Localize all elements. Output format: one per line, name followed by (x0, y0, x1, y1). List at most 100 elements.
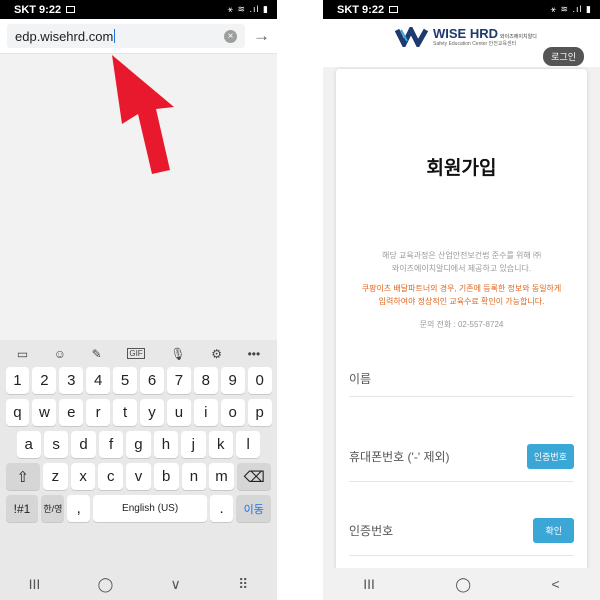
sticker-icon[interactable]: ✎ (92, 347, 102, 361)
key[interactable]: 0 (247, 367, 272, 394)
wise-hrd-logo[interactable]: WISE HRD 와이즈에이치알디 Safety Education Cente… (395, 27, 537, 47)
key[interactable]: 2 (32, 367, 57, 394)
key[interactable]: p (247, 399, 272, 426)
key[interactable]: 3 (59, 367, 84, 394)
key[interactable]: y (140, 399, 164, 426)
key[interactable]: e (59, 399, 84, 426)
mic-icon[interactable]: 🎙 (170, 347, 185, 361)
key[interactable]: 4 (86, 367, 111, 394)
status-time: SKT 9:22 (337, 3, 385, 16)
key[interactable]: x (70, 463, 96, 490)
brand-name: WISE HRD (433, 25, 498, 41)
more-icon[interactable]: ••• (248, 347, 261, 361)
status-icons: ⚹ ≋ .ıl ▮ (550, 4, 592, 14)
url-input[interactable]: edp.wisehrd.com × (7, 24, 245, 48)
page-title: 회원가입 (426, 158, 497, 179)
signup-card: 회원가입 해당 교육과정은 산업안전보건법 준수를 위해 ㈜ 와이즈에이치알디에… (336, 69, 587, 599)
request-code-button[interactable]: 인증번호 (526, 444, 574, 469)
gallery-icon (389, 6, 399, 13)
key[interactable]: d (71, 431, 96, 458)
key[interactable]: k (208, 431, 233, 458)
key[interactable]: z (43, 463, 68, 490)
keyboard: ▭ ☺ ✎ GIF 🎙 ⚙ ••• 1 2 3 4 5 6 7 8 9 0 q … (0, 340, 277, 600)
space-key[interactable]: English (US) (93, 495, 208, 522)
go-arrow-icon[interactable]: → (253, 26, 270, 46)
recent-apps-icon[interactable]: III (29, 576, 41, 592)
red-pointer-arrow-icon (112, 55, 174, 174)
keyboard-switch-icon[interactable]: ⠿ (238, 576, 248, 593)
key-row-space: !#1 한/영 , English (US) . 이동 (0, 495, 277, 522)
login-button[interactable]: 로그인 (543, 47, 584, 66)
home-icon[interactable]: ◯ (455, 576, 471, 593)
key-row-bottom-letters: ⇧ z x c v b n m ⌫ (0, 463, 277, 490)
contact-phone: 문의 전화 : 02-557-8724 (419, 320, 504, 329)
settings-gear-icon[interactable]: ⚙ (211, 347, 222, 361)
key[interactable]: r (86, 399, 111, 426)
key[interactable]: 5 (113, 367, 138, 394)
system-nav-bar: III ◯ ∨ ⠿ (0, 568, 277, 600)
key[interactable]: s (43, 431, 69, 458)
key[interactable]: w (32, 399, 57, 426)
backspace-key[interactable]: ⌫ (236, 463, 272, 490)
status-time: SKT 9:22 (14, 3, 62, 16)
comma-key[interactable]: , (67, 495, 91, 522)
notice-text: 해당 교육과정은 산업안전보건법 준수를 위해 ㈜ 와이즈에이치알디에서 제공하… (336, 249, 587, 275)
warning-line-1: 쿠팡이츠 배달파트너의 경우, 기존에 등록한 정보와 동일하게 (361, 284, 562, 293)
key[interactable]: h (153, 431, 179, 458)
brand-tagline: Safety Education Center 안전교육센터 (433, 40, 517, 47)
recent-apps-icon[interactable]: III (363, 576, 375, 592)
home-icon[interactable]: ◯ (98, 576, 114, 593)
key[interactable]: n (181, 463, 207, 490)
right-phone-screen: SKT 9:22 ⚹ ≋ .ıl ▮ WISE HRD 와이즈에이치알디 Saf… (323, 0, 600, 600)
key[interactable]: a (16, 431, 41, 458)
key[interactable]: q (5, 399, 30, 426)
key[interactable]: i (193, 399, 218, 426)
keyboard-toolbar: ▭ ☺ ✎ GIF 🎙 ⚙ ••• (0, 340, 277, 367)
hide-keyboard-icon[interactable]: ∨ (171, 576, 181, 593)
gif-icon[interactable]: GIF (127, 348, 145, 359)
clear-icon[interactable]: × (224, 29, 237, 43)
key[interactable]: l (236, 431, 261, 458)
key[interactable]: c (98, 463, 124, 490)
key[interactable]: b (153, 463, 179, 490)
period-key[interactable]: . (210, 495, 233, 522)
brand-korean: 와이즈에이치알디 (500, 33, 537, 40)
symbols-key[interactable]: !#1 (5, 495, 39, 522)
name-field[interactable]: 이름 (349, 361, 574, 397)
key[interactable]: 9 (220, 367, 245, 394)
gallery-icon (66, 6, 76, 13)
text-cursor (114, 29, 116, 43)
url-bar: edp.wisehrd.com × → (0, 19, 277, 54)
confirm-button[interactable]: 확인 (533, 518, 574, 543)
name-label: 이름 (349, 372, 372, 386)
key[interactable]: 6 (140, 367, 164, 394)
status-icons: ⚹ ≋ .ıl ▮ (227, 4, 269, 14)
key[interactable]: f (98, 431, 124, 458)
verification-code-field[interactable]: 인증번호 확인 (349, 506, 574, 556)
system-nav-bar: III ◯ < (323, 568, 600, 600)
key[interactable]: g (126, 431, 151, 458)
clipboard-icon[interactable]: ▭ (17, 347, 28, 361)
enter-key[interactable]: 이동 (235, 495, 272, 522)
language-key[interactable]: 한/영 (41, 495, 65, 522)
key[interactable]: j (181, 431, 206, 458)
key-row-home: a s d f g h j k l (0, 431, 277, 458)
status-bar: SKT 9:22 ⚹ ≋ .ıl ▮ (323, 0, 600, 19)
shift-key[interactable]: ⇧ (5, 463, 41, 490)
notice-line-1: 해당 교육과정은 산업안전보건법 준수를 위해 ㈜ (382, 251, 541, 260)
status-bar: SKT 9:22 ⚹ ≋ .ıl ▮ (0, 0, 277, 19)
back-icon[interactable]: < (552, 576, 560, 592)
key[interactable]: 7 (166, 367, 191, 394)
key[interactable]: u (166, 399, 191, 426)
key[interactable]: t (113, 399, 138, 426)
key[interactable]: 8 (193, 367, 218, 394)
phone-field[interactable]: 휴대폰번호 ('-' 제외) 인증번호 (349, 432, 574, 482)
key[interactable]: v (126, 463, 151, 490)
key[interactable]: m (209, 463, 234, 490)
key[interactable]: 1 (5, 367, 30, 394)
emoji-icon[interactable]: ☺ (54, 347, 66, 361)
key[interactable]: o (220, 399, 245, 426)
key-row-numbers: 1 2 3 4 5 6 7 8 9 0 (0, 367, 277, 394)
warning-line-2: 입력하여야 정상적인 교육수료 확인이 가능합니다. (378, 297, 545, 306)
notice-line-2: 와이즈에이치알디에서 제공하고 있습니다. (391, 264, 532, 273)
